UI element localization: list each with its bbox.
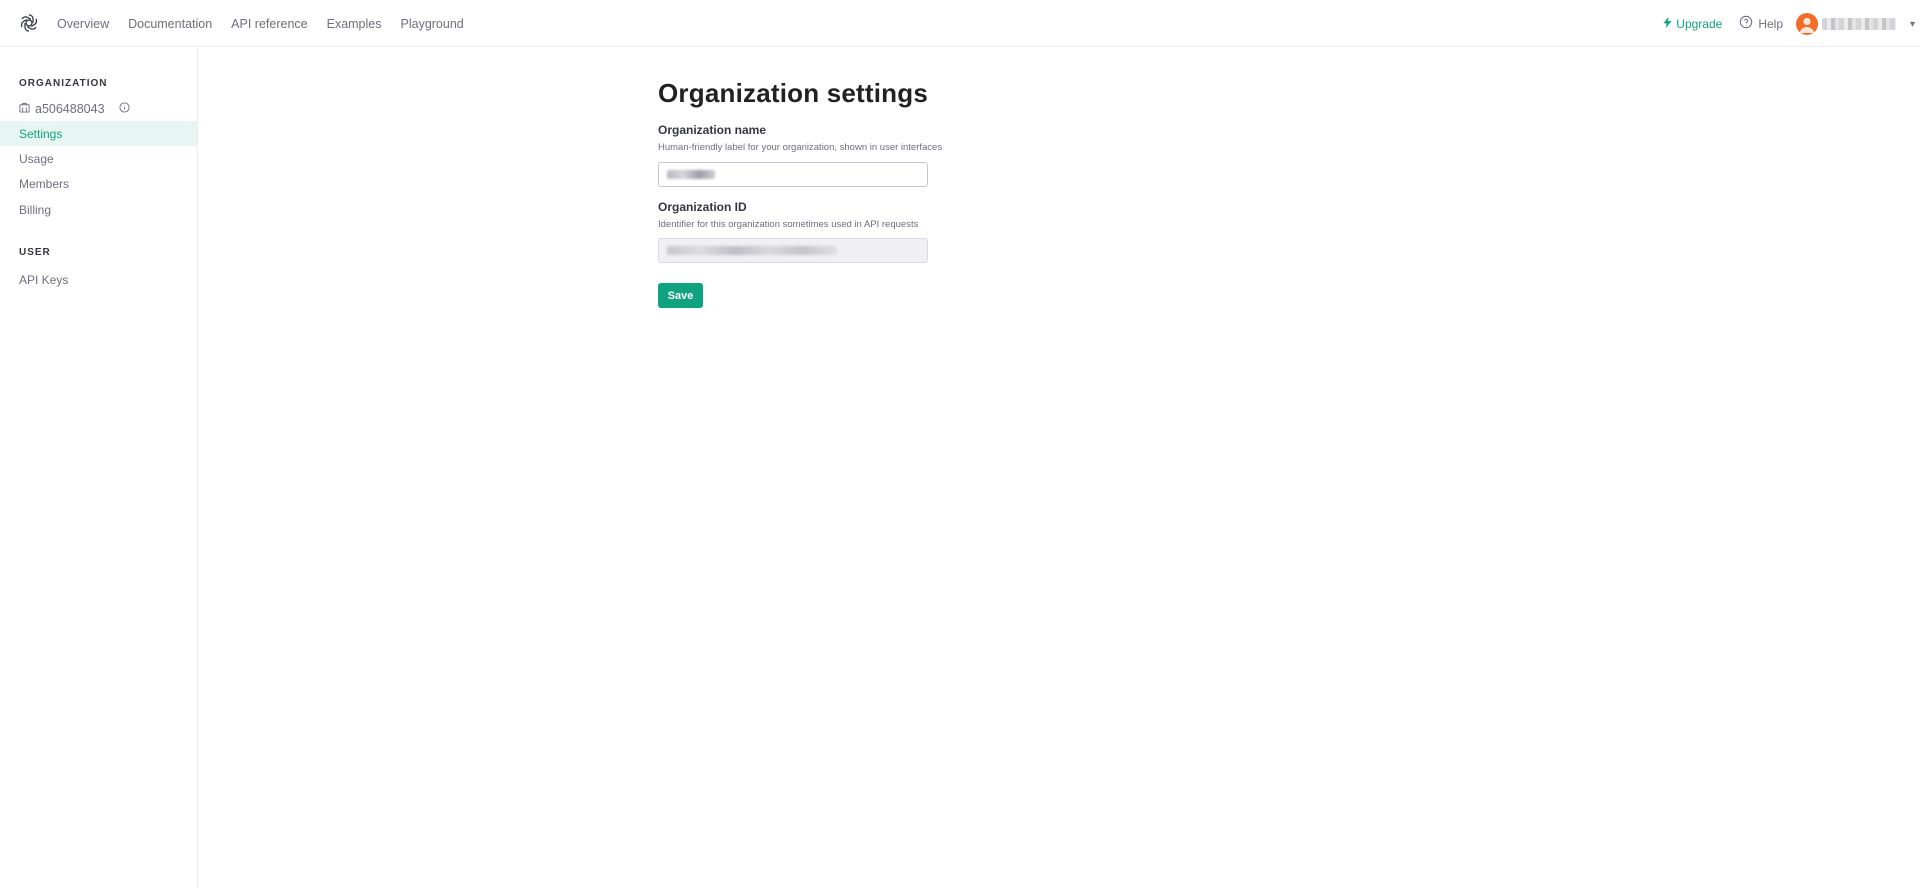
user-heading: USER bbox=[19, 247, 51, 258]
openai-logo-icon[interactable] bbox=[18, 12, 40, 34]
lightning-icon bbox=[1663, 16, 1672, 31]
sidebar-item-billing[interactable]: Billing bbox=[0, 197, 197, 222]
top-navigation-bar: Overview Documentation API reference Exa… bbox=[0, 0, 1920, 47]
user-name[interactable] bbox=[1822, 17, 1896, 30]
sidebar: ORGANIZATION a506488043 Settings Usage M… bbox=[0, 48, 198, 888]
header-actions: Upgrade Help ▾ bbox=[1663, 0, 1920, 47]
org-id-label: a506488043 bbox=[35, 102, 105, 116]
info-circle-icon[interactable] bbox=[118, 102, 130, 116]
avatar[interactable] bbox=[1796, 12, 1818, 35]
save-button[interactable]: Save bbox=[658, 283, 703, 308]
sidebar-item-usage[interactable]: Usage bbox=[0, 146, 197, 171]
building-icon bbox=[19, 102, 30, 116]
org-name-value bbox=[667, 170, 715, 179]
org-name-label: Organization name bbox=[658, 123, 767, 137]
nav-overview[interactable]: Overview bbox=[57, 17, 109, 31]
org-id-value bbox=[667, 246, 837, 255]
org-id-field-label: Organization ID bbox=[658, 200, 747, 214]
nav-api-reference[interactable]: API reference bbox=[231, 17, 307, 31]
nav-documentation[interactable]: Documentation bbox=[128, 17, 212, 31]
help-circle-icon bbox=[1739, 15, 1753, 32]
help-button[interactable]: Help bbox=[1739, 15, 1783, 32]
org-name-input[interactable] bbox=[658, 162, 928, 187]
chevron-down-icon[interactable]: ▾ bbox=[1910, 19, 1920, 29]
sidebar-item-settings[interactable]: Settings bbox=[0, 121, 197, 146]
main-nav: Overview Documentation API reference Exa… bbox=[57, 0, 464, 47]
page-title: Organization settings bbox=[658, 78, 929, 108]
sidebar-item-members[interactable]: Members bbox=[0, 171, 197, 196]
sidebar-item-api-keys[interactable]: API Keys bbox=[0, 267, 197, 292]
organization-heading: ORGANIZATION bbox=[19, 78, 108, 89]
help-label: Help bbox=[1758, 16, 1783, 31]
org-id-input[interactable] bbox=[658, 238, 928, 263]
nav-playground[interactable]: Playground bbox=[401, 17, 464, 31]
org-name-description: Human-friendly label for your organizati… bbox=[658, 142, 943, 153]
upgrade-label: Upgrade bbox=[1676, 16, 1723, 31]
nav-examples[interactable]: Examples bbox=[327, 17, 382, 31]
org-id-description: Identifier for this organization sometim… bbox=[658, 219, 919, 230]
org-selector[interactable]: a506488043 bbox=[19, 102, 130, 116]
upgrade-button[interactable]: Upgrade bbox=[1663, 16, 1723, 31]
